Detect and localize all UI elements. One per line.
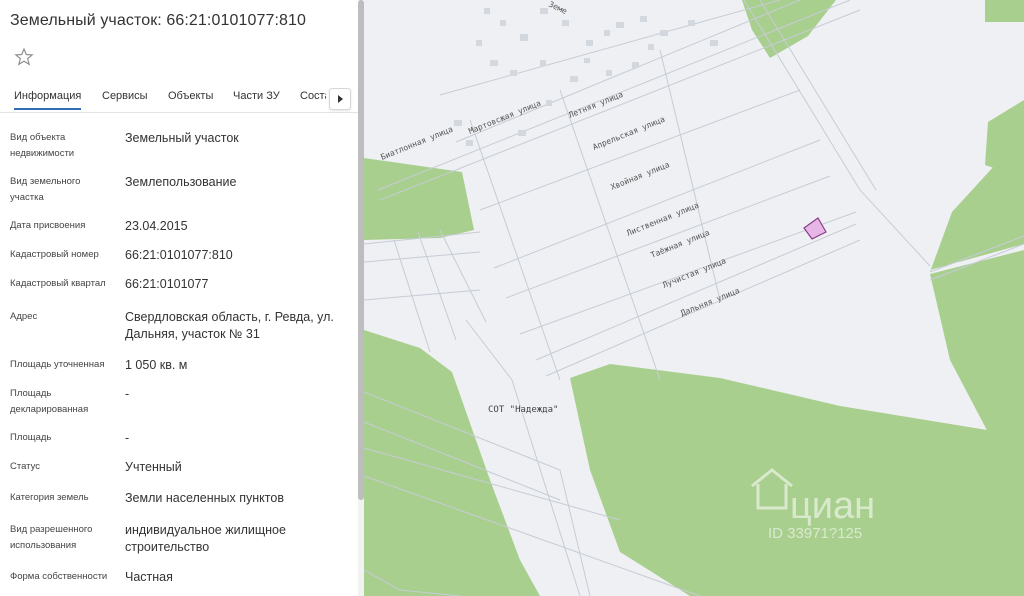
sot-label: СОТ "Надежда" bbox=[488, 405, 558, 415]
row-label: Статус bbox=[10, 461, 41, 472]
row-label: Адрес bbox=[10, 311, 38, 322]
row-label: Категория земель bbox=[10, 492, 89, 503]
row-value: Свердловская область, г. Ревда, ул. Даль… bbox=[125, 310, 334, 341]
row-label: Форма собственности bbox=[10, 571, 108, 582]
row-value: 1 050 кв. м bbox=[125, 358, 188, 372]
row-label: Вид объекта недвижимости bbox=[10, 132, 75, 159]
row-value: - bbox=[125, 387, 130, 401]
row-value: 66:21:0101077 bbox=[125, 277, 209, 291]
row-label: Вид разрешенного использования bbox=[10, 524, 93, 551]
row-label: Кадастровый номер bbox=[10, 249, 99, 260]
map-view[interactable]: Земе Биатлонная улица Мартовская улица Л… bbox=[364, 0, 1024, 596]
row-label: Площадь уточненная bbox=[10, 359, 105, 370]
tab-objects[interactable]: Объекты bbox=[168, 90, 213, 102]
row-value: Учтенный bbox=[125, 460, 182, 474]
tab-services[interactable]: Сервисы bbox=[102, 90, 148, 102]
info-panel: Земельный участок: 66:21:0101077:810 Инф… bbox=[0, 0, 358, 596]
tab-parts[interactable]: Части ЗУ bbox=[233, 90, 280, 102]
tab-bar: Информация Сервисы Объекты Части ЗУ Сост… bbox=[0, 84, 358, 113]
row-label: Площадь bbox=[10, 432, 52, 443]
watermark-brand: циан bbox=[790, 485, 875, 527]
row-label: Площадь декларированная bbox=[10, 388, 89, 415]
row-value: 23.04.2015 bbox=[125, 219, 188, 233]
tabs-scroll-right-button[interactable] bbox=[329, 88, 351, 110]
tab-information[interactable]: Информация bbox=[14, 90, 82, 110]
row-label: Дата присвоения bbox=[10, 220, 86, 231]
chevron-right-icon bbox=[338, 95, 343, 103]
watermark-id: ID 33971?125 bbox=[768, 525, 862, 542]
row-value: Частная bbox=[125, 570, 173, 584]
row-value: - bbox=[125, 431, 130, 445]
row-value: Землепользование bbox=[125, 175, 237, 189]
row-value: Земельный участок bbox=[125, 131, 239, 145]
forest-top-corner bbox=[985, 0, 1024, 22]
row-value: 66:21:0101077:810 bbox=[125, 248, 233, 262]
page-title: Земельный участок: 66:21:0101077:810 bbox=[10, 12, 307, 29]
cadastral-map[interactable]: Земе Биатлонная улица Мартовская улица Л… bbox=[364, 0, 1024, 596]
tab-composition[interactable]: Соста bbox=[300, 90, 326, 102]
row-value: индивидуальное жилищное строительство bbox=[125, 523, 286, 554]
row-label: Кадастровый квартал bbox=[10, 278, 106, 289]
row-label: Вид земельного участка bbox=[10, 176, 81, 203]
row-value: Земли населенных пунктов bbox=[125, 491, 284, 505]
star-icon[interactable] bbox=[14, 47, 34, 67]
